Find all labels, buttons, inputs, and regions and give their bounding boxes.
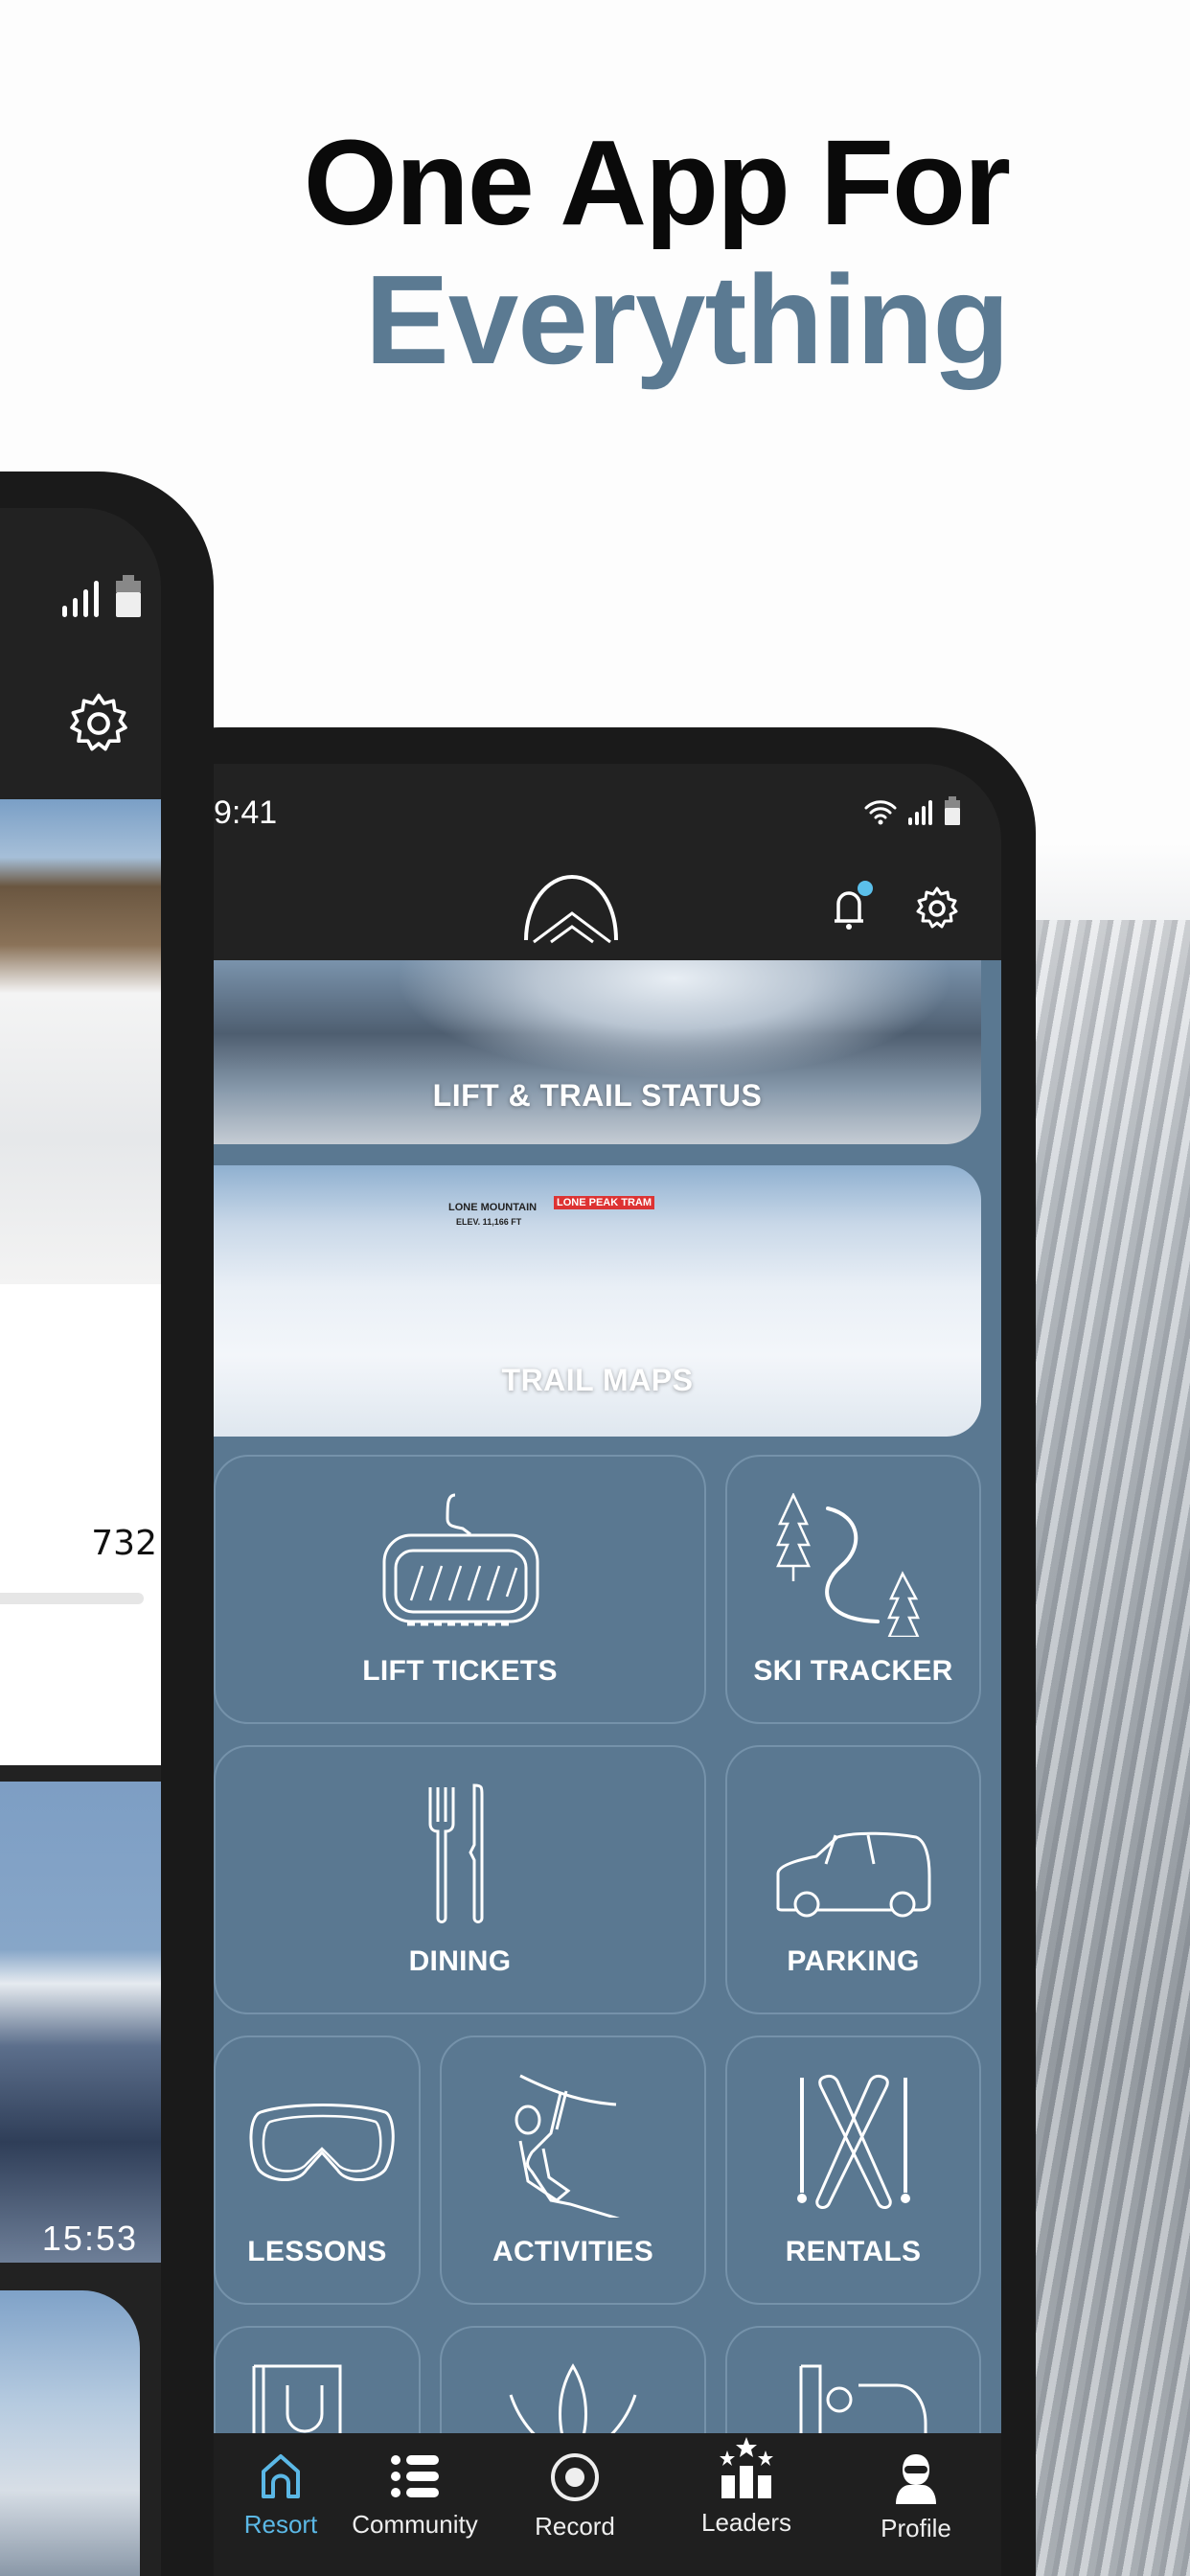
battery-icon [945,796,960,825]
goggles-icon [249,2104,395,2182]
tile-label: LIFT TICKETS [362,1655,558,1687]
tile-label: PARKING [787,1945,920,1977]
tab-community[interactable]: Community [348,2452,482,2540]
bottom-nav: Resort Community Record Leaders Profile [214,2433,1001,2576]
headline: One App For Everything [303,115,1011,390]
tab-resort[interactable]: Resort [214,2452,348,2540]
tile-parking[interactable]: PARKING [725,1745,981,2014]
tile-label: RENTALS [785,2236,922,2267]
tab-leaders[interactable]: Leaders [679,2437,813,2538]
tile-rentals[interactable]: RENTALS [725,2036,981,2305]
signal-icon [908,800,932,825]
car-icon [776,1831,930,1918]
tile-label: DINING [408,1945,512,1977]
gondola-icon [382,1493,539,1626]
leaderboard-icon [720,2437,773,2498]
bed-icon [799,2364,927,2438]
headline-line-1: One App For [303,115,1011,250]
back-phone-screen: 732 15:53 [0,508,161,2576]
photo-timestamp: 15:53 [41,2219,138,2258]
list-icon [391,2455,439,2497]
bell-icon [835,881,873,930]
front-phone-screen: 9:41 LIFT & TRAIL STATUS LONE MOUNTAIN E… [214,764,1001,2576]
record-icon [551,2453,599,2501]
tile-ski-tracker[interactable]: SKI TRACKER [725,1455,981,1724]
settings-button[interactable] [65,690,132,762]
status-time: 9:41 [214,794,278,831]
stats-card[interactable]: 732 [0,1284,161,1765]
tile-lift-tickets[interactable]: LIFT TICKETS [214,1455,706,1724]
ski-slope-photo[interactable] [0,799,161,1284]
skis-icon [796,2074,910,2209]
tile-label: LESSONS [247,2236,387,2267]
notification-dot [858,881,873,896]
tile-label: ACTIVITIES [492,2236,653,2267]
zipline-icon [515,2074,620,2218]
home-icon [262,2454,300,2498]
lift-trail-status-card[interactable]: LIFT & TRAIL STATUS [214,960,981,1144]
tile-dining[interactable]: DINING [214,1745,706,2014]
fork-knife-icon [428,1783,484,1923]
tile-lessons[interactable]: LESSONS [214,2036,421,2305]
battery-icon [116,575,141,617]
tab-label: Leaders [701,2508,791,2537]
tile-wellness[interactable] [440,2326,706,2438]
card-label: TRAIL MAPS [501,1363,694,1397]
status-icons [61,575,142,617]
snow-photo[interactable] [0,2290,140,2576]
profile-icon [896,2454,936,2504]
trail-maps-card[interactable]: LONE MOUNTAIN ELEV. 11,166 FT LONE PEAK … [214,1165,981,1437]
map-label-peak: LONE MOUNTAIN [448,1202,538,1213]
map-label-elevation: ELEV. 11,166 FT [456,1217,522,1227]
tab-label: Resort [243,2510,318,2539]
gear-icon [70,693,127,751]
notifications-button[interactable] [825,881,879,939]
tab-record[interactable]: Record [508,2452,642,2542]
shopping-bag-icon [252,2364,342,2438]
tab-label: Record [535,2512,615,2541]
resort-content: LIFT & TRAIL STATUS LONE MOUNTAIN ELEV. … [214,960,1001,2438]
settings-button[interactable] [913,885,961,937]
tab-label: Community [352,2510,478,2539]
headline-line-2: Everything [364,249,1010,390]
status-icons [863,796,961,825]
tab-profile[interactable]: Profile [849,2452,983,2543]
card-label: LIFT & TRAIL STATUS [432,1078,763,1113]
resort-logo [524,875,618,944]
mountain-photo[interactable]: 15:53 [0,1782,161,2263]
tile-activities[interactable]: ACTIVITIES [440,2036,706,2305]
map-label-tram: LONE PEAK TRAM [554,1196,654,1209]
tile-lodging[interactable] [725,2326,981,2438]
tab-label: Profile [881,2514,951,2542]
ski-trail-icon [775,1493,920,1637]
tile-shop[interactable] [214,2326,421,2438]
signal-icon [62,581,99,617]
progress-bar [0,1593,144,1604]
stat-value: 732 [91,1524,157,1563]
gear-icon [916,886,958,929]
lotus-icon [509,2363,637,2438]
tile-label: SKI TRACKER [753,1655,953,1687]
wifi-icon [864,800,897,825]
